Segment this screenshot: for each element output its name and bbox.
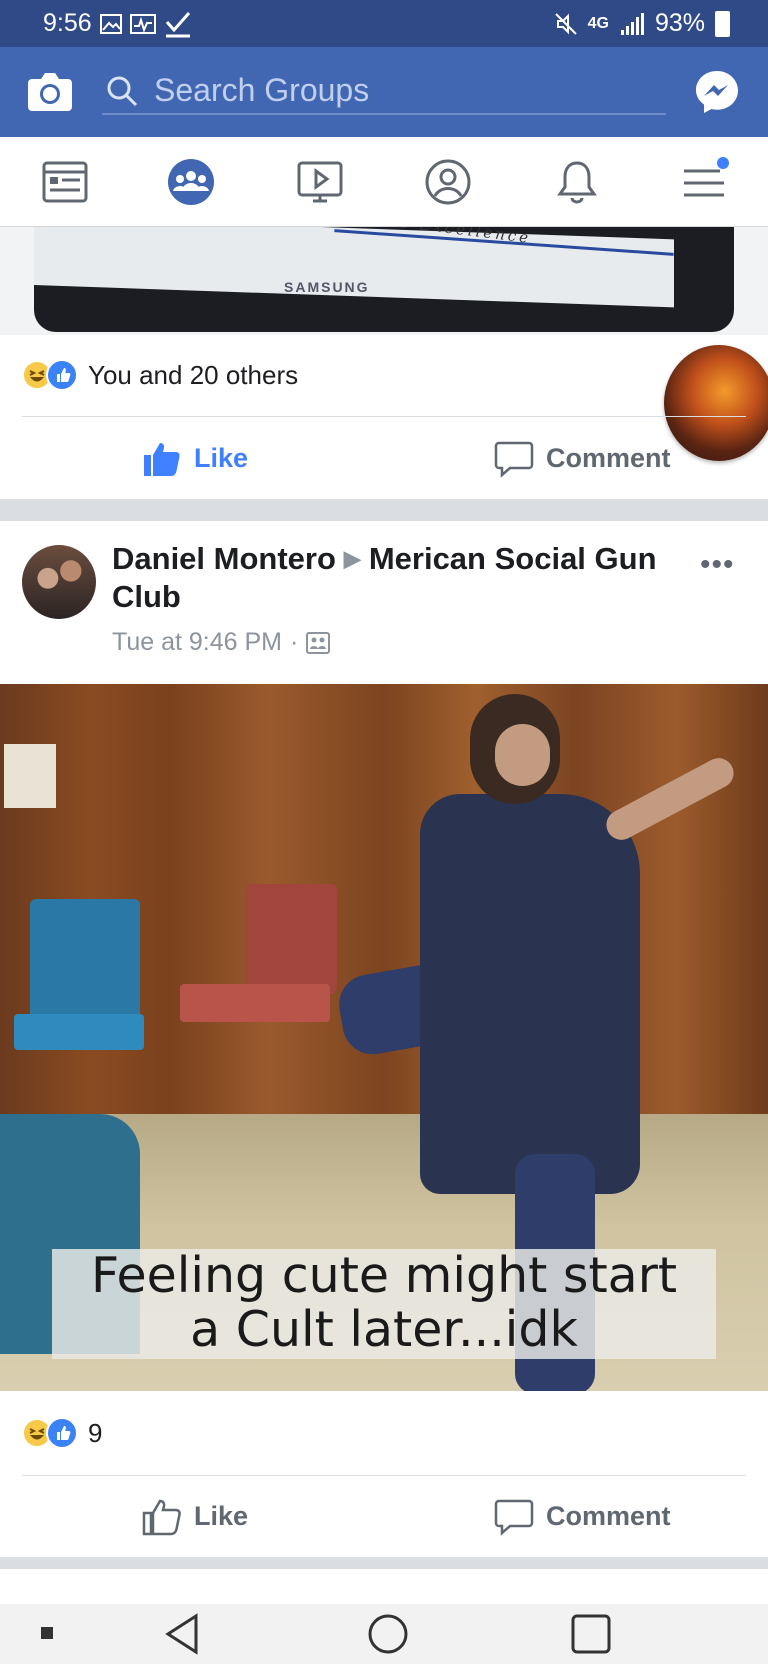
post2-timestamp[interactable]: Tue at 9:46 PM <box>112 628 282 657</box>
post2-reaction-count: 9 <box>88 1417 103 1448</box>
post-separator-bottom <box>0 1557 768 1604</box>
arrow-right-icon: ▶ <box>343 546 361 571</box>
news-feed-icon[interactable] <box>40 157 90 207</box>
post1-reactions[interactable]: You and 20 others <box>22 355 298 395</box>
status-right: 4G 93% <box>554 9 730 38</box>
post2-header-title: Daniel Montero ▶ Merican Social Gun Club <box>112 540 672 616</box>
messenger-icon[interactable] <box>694 69 740 115</box>
menu-icon[interactable] <box>680 157 730 207</box>
battery-percent: 93% <box>654 9 705 37</box>
post2-like-label: Like <box>194 1500 249 1531</box>
post2-image[interactable]: Feeling cute might start a Cult later...… <box>0 684 768 1391</box>
post2-like-button[interactable]: Like <box>142 1496 248 1536</box>
post2-timestamp-row: Tue at 9:46 PM · <box>112 628 331 657</box>
like-outline-icon <box>142 1499 181 1536</box>
system-nav-bar <box>0 1604 768 1664</box>
meme-caption-line2: a Cult later...idk <box>190 1301 578 1358</box>
comment-icon <box>494 441 534 478</box>
chat-head-bubble[interactable] <box>664 345 768 461</box>
post1-comment-button[interactable]: Comment <box>494 438 671 478</box>
search-icon <box>107 76 138 107</box>
home-icon[interactable] <box>366 1612 410 1656</box>
post1-photo[interactable]: Service Excellence SAMSUNG <box>0 227 768 335</box>
post1-photo-brand: SAMSUNG <box>284 279 370 295</box>
author-name[interactable]: Daniel Montero <box>112 541 336 576</box>
meme-caption-line1: Feeling cute might start <box>90 1247 678 1304</box>
search-placeholder: Search Groups <box>154 72 370 108</box>
meme-caption: Feeling cute might start a Cult later...… <box>52 1249 716 1357</box>
groups-icon[interactable] <box>166 157 216 207</box>
like-reaction-icon <box>46 359 78 391</box>
status-bar: 9:56 4G 93% <box>0 0 768 47</box>
comment-icon <box>494 1499 534 1536</box>
post-separator <box>0 499 768 521</box>
author-avatar[interactable] <box>22 545 96 619</box>
post-options-icon[interactable]: ••• <box>700 548 735 582</box>
battery-icon <box>715 10 730 37</box>
nav-dot-icon <box>41 1627 53 1639</box>
post1-photo-screen: Service Excellence SAMSUNG <box>34 227 734 332</box>
post2-divider <box>22 1475 746 1476</box>
post1-comment-label: Comment <box>546 442 671 473</box>
recents-icon[interactable] <box>570 1612 612 1656</box>
signal-icon <box>620 12 644 35</box>
post2-comment-label: Comment <box>546 1500 671 1531</box>
check-notification-icon <box>165 12 191 38</box>
post2-comment-button[interactable]: Comment <box>494 1496 671 1536</box>
post1-like-button[interactable]: Like <box>142 438 248 478</box>
post1-like-label: Like <box>194 442 249 473</box>
activity-notification-icon <box>130 14 156 34</box>
like-reaction-icon <box>46 1417 78 1449</box>
notifications-icon[interactable] <box>552 157 602 207</box>
app-header: Search Groups <box>0 47 768 137</box>
camera-icon[interactable] <box>26 69 74 113</box>
like-filled-icon <box>144 443 180 476</box>
image-notification-icon <box>100 14 122 34</box>
mute-icon <box>554 12 577 35</box>
network-type: 4G <box>587 14 609 32</box>
post1-reaction-summary: You and 20 others <box>88 359 299 390</box>
group-privacy-icon <box>306 631 331 654</box>
post2-reactions[interactable]: 9 <box>22 1413 102 1453</box>
post1-divider <box>22 416 746 417</box>
status-time: 9:56 <box>43 9 92 37</box>
tab-bar <box>0 137 768 227</box>
watch-icon[interactable] <box>295 157 345 207</box>
status-notification-icons <box>100 9 192 39</box>
back-icon[interactable] <box>162 1612 202 1656</box>
search-bar[interactable]: Search Groups <box>102 65 666 115</box>
profile-icon[interactable] <box>423 157 473 207</box>
